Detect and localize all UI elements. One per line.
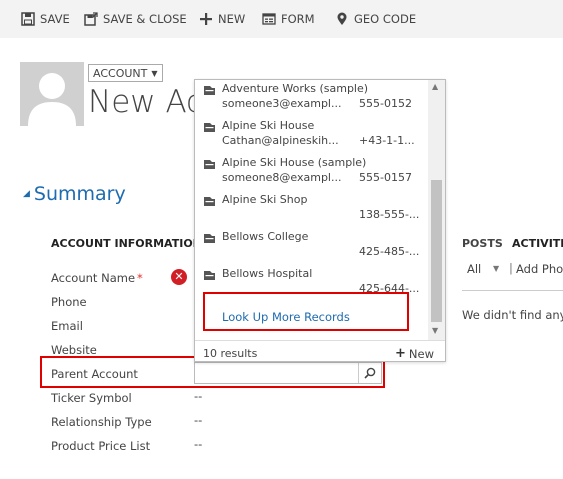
- map-pin-icon: [335, 12, 349, 26]
- field-label-email: Email: [51, 319, 83, 333]
- relationship-type-value[interactable]: --: [194, 413, 202, 427]
- new-button[interactable]: NEW: [199, 11, 245, 27]
- account-name-label: Account Name: [51, 271, 136, 285]
- plus-icon: [199, 12, 213, 26]
- collapse-triangle-icon: ◢: [23, 189, 30, 199]
- result-name: Alpine Ski House (sample): [222, 156, 367, 169]
- save-icon: [21, 12, 35, 26]
- tab-posts[interactable]: POSTS: [462, 237, 503, 250]
- result-name: Bellows Hospital: [222, 267, 313, 280]
- summary-label: Summary: [33, 183, 126, 205]
- scrollbar-thumb[interactable]: [431, 180, 442, 322]
- new-record-label: New: [408, 346, 434, 361]
- field-label-product-price-list: Product Price List: [51, 439, 151, 453]
- chevron-down-icon[interactable]: ▼: [493, 264, 499, 273]
- add-phone-call-link[interactable]: Add Pho: [516, 262, 563, 276]
- divider: [462, 290, 563, 291]
- result-phone: +43-1-1...: [359, 134, 415, 147]
- account-icon: [204, 271, 215, 280]
- geo-code-label: GEO CODE: [354, 12, 417, 26]
- account-icon: [204, 123, 215, 132]
- geo-code-button[interactable]: GEO CODE: [335, 11, 416, 27]
- entity-type-label: ACCOUNT: [93, 66, 148, 80]
- person-icon: [28, 73, 76, 126]
- tab-activities[interactable]: ACTIVITI: [512, 237, 563, 250]
- plus-icon: +: [395, 346, 406, 361]
- field-label-relationship-type: Relationship Type: [51, 415, 152, 429]
- lookup-result-item[interactable]: Alpine Ski House (sample) someone8@examp…: [195, 154, 427, 190]
- result-phone: 555-0152: [359, 97, 412, 110]
- result-email: someone3@exampl...: [222, 97, 342, 110]
- result-name: Bellows College: [222, 230, 309, 243]
- save-close-label: SAVE & CLOSE: [103, 12, 187, 26]
- lookup-result-item[interactable]: Alpine Ski Shop 138-555-...: [195, 191, 427, 227]
- section-heading: ACCOUNT INFORMATION: [51, 237, 202, 250]
- avatar: [20, 62, 84, 126]
- scroll-up-icon[interactable]: ▲: [432, 82, 438, 91]
- form-button[interactable]: FORM: [262, 11, 315, 27]
- account-icon: [204, 160, 215, 169]
- result-phone: 138-555-...: [359, 208, 419, 221]
- form-label: FORM: [281, 12, 315, 26]
- new-record-button[interactable]: + New: [395, 346, 434, 361]
- product-price-list-value[interactable]: --: [194, 437, 202, 451]
- dropdown-scrollbar[interactable]: ▲ ▼: [428, 80, 445, 340]
- save-close-icon: [84, 12, 98, 26]
- result-name: Alpine Ski House: [222, 119, 315, 132]
- account-icon: [204, 86, 215, 95]
- result-phone: 555-0157: [359, 171, 412, 184]
- result-email: someone8@exampl...: [222, 171, 342, 184]
- results-count: 10 results: [203, 347, 258, 360]
- command-bar: SAVE SAVE & CLOSE NEW FORM GEO CODE: [0, 0, 563, 38]
- result-phone: 425-485-...: [359, 245, 419, 258]
- field-label-website: Website: [51, 343, 97, 357]
- ticker-symbol-value[interactable]: --: [194, 389, 202, 403]
- lookup-result-item[interactable]: Alpine Ski House Cathan@alpineskih... +4…: [195, 117, 427, 153]
- field-label-account-name: Account Name *: [51, 271, 143, 285]
- activity-filter[interactable]: All: [467, 262, 481, 276]
- caret-down-icon: ▼: [151, 68, 158, 78]
- field-label-phone: Phone: [51, 295, 87, 309]
- account-icon: [204, 197, 215, 206]
- separator: |: [509, 261, 513, 275]
- form-icon: [262, 12, 276, 26]
- save-close-button[interactable]: SAVE & CLOSE: [84, 11, 187, 27]
- result-name: Adventure Works (sample): [222, 82, 369, 95]
- save-button[interactable]: SAVE: [21, 11, 70, 27]
- empty-activities-message: We didn't find any a: [462, 308, 563, 322]
- result-email: Cathan@alpineskih...: [222, 134, 339, 147]
- look-up-more-highlight: [203, 292, 409, 331]
- field-label-ticker-symbol: Ticker Symbol: [51, 391, 132, 405]
- error-icon: ✕: [171, 269, 187, 285]
- record-title: New Ac: [88, 84, 204, 120]
- lookup-result-item[interactable]: Adventure Works (sample) someone3@exampl…: [195, 80, 427, 116]
- scroll-down-icon[interactable]: ▼: [432, 326, 438, 335]
- summary-section-toggle[interactable]: ◢ Summary: [23, 183, 126, 205]
- divider: [195, 340, 445, 341]
- lookup-result-item[interactable]: Bellows College 425-485-...: [195, 228, 427, 264]
- result-name: Alpine Ski Shop: [222, 193, 308, 206]
- entity-type-selector[interactable]: ACCOUNT ▼: [88, 64, 163, 82]
- save-label: SAVE: [40, 12, 70, 26]
- new-label: NEW: [218, 12, 246, 26]
- required-indicator: *: [137, 271, 143, 285]
- account-icon: [204, 234, 215, 243]
